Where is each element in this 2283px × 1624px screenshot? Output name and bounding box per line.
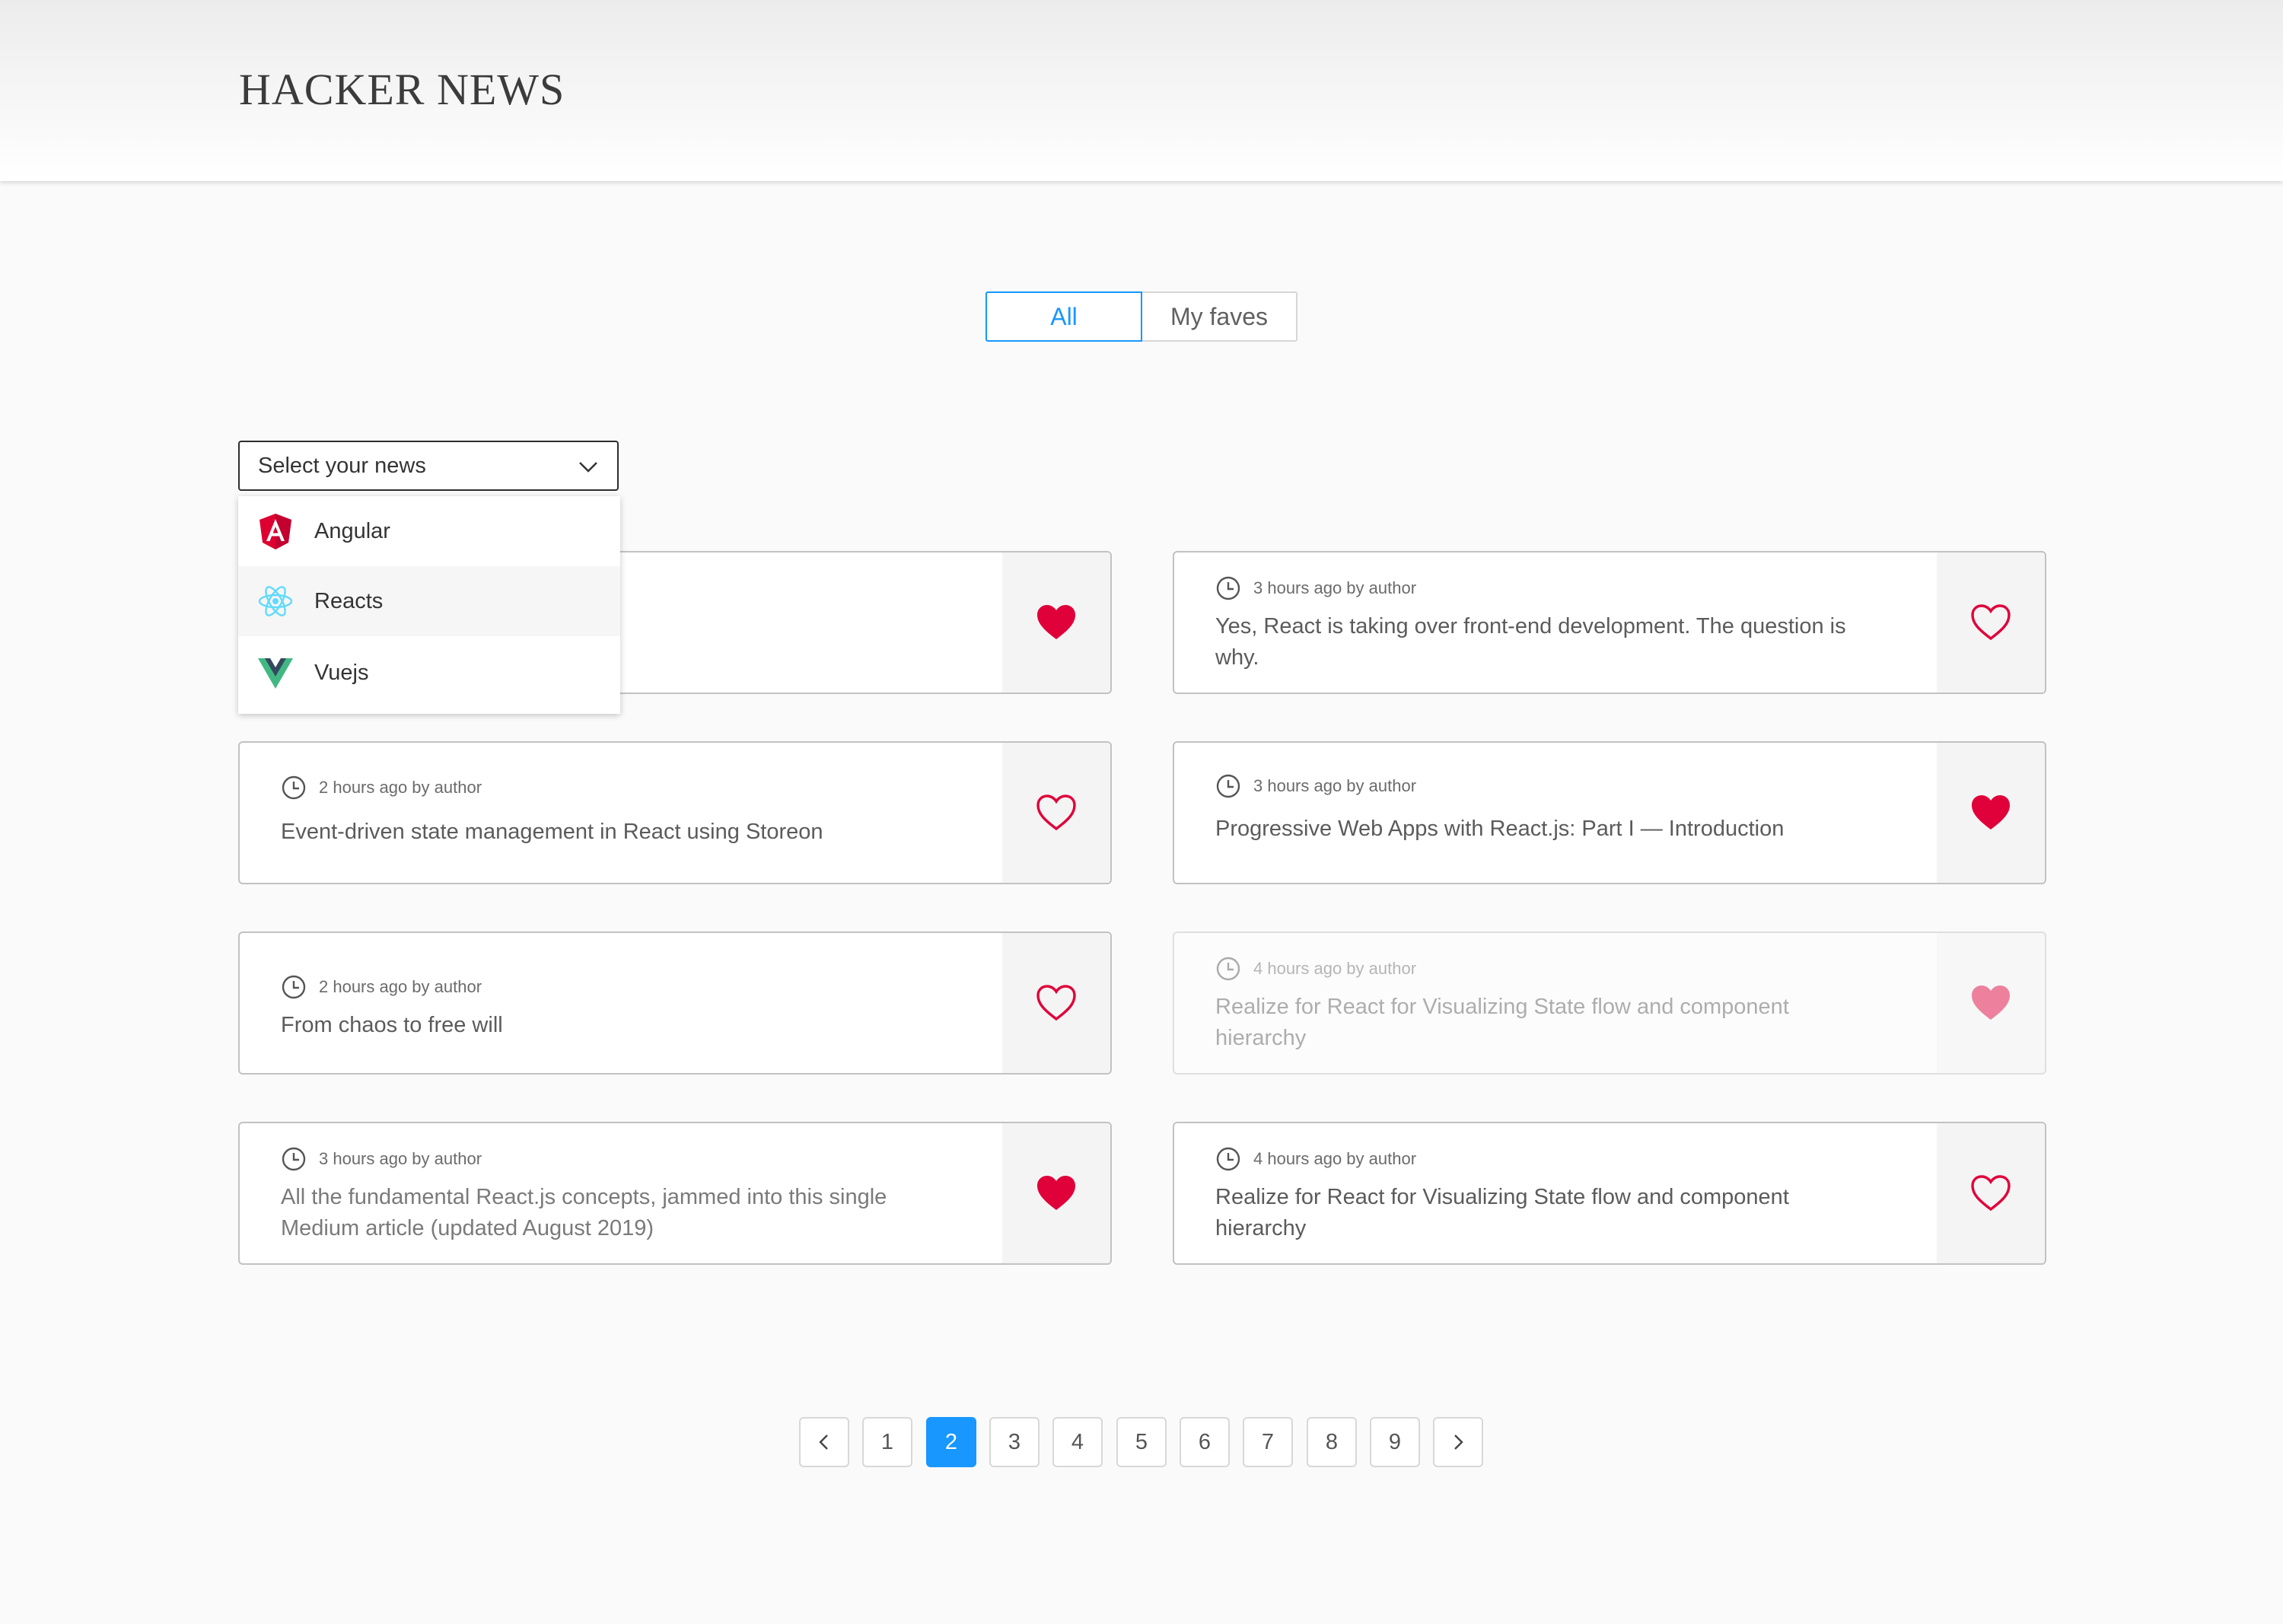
pagination-page-7[interactable]: 7	[1243, 1417, 1293, 1467]
heart-outline-icon	[1036, 794, 1076, 831]
news-card[interactable]: 4 hours ago by author Realize for React …	[1173, 1122, 2046, 1265]
news-card-meta-text: 2 hours ago by author	[319, 778, 482, 797]
favorite-button[interactable]	[1002, 1123, 1110, 1263]
favorite-button[interactable]	[1937, 1123, 2045, 1263]
news-dropdown-menu: Angular Reacts Vuejs	[238, 496, 620, 714]
dropdown-option-label: Angular	[314, 518, 390, 543]
clock-icon	[1216, 576, 1240, 600]
news-select[interactable]: Select your news	[238, 441, 619, 491]
tab-my-faves[interactable]: My faves	[1142, 291, 1298, 342]
heart-filled-icon	[1972, 795, 2010, 830]
top-header: HACKER NEWS	[0, 0, 2283, 181]
news-card-title[interactable]: From chaos to free will	[281, 1010, 950, 1041]
news-card-meta: 2 hours ago by author	[281, 775, 482, 801]
clock-icon	[1216, 1147, 1240, 1171]
angular-icon	[260, 514, 291, 549]
favorite-button[interactable]	[1937, 552, 2045, 693]
pagination-page-3[interactable]: 3	[989, 1417, 1040, 1467]
news-card-title[interactable]: Yes, React is taking over front-end deve…	[1215, 611, 1885, 673]
chevron-left-icon	[819, 1435, 828, 1450]
favorite-button[interactable]	[1937, 933, 2045, 1073]
news-card-meta: 3 hours ago by author	[281, 1146, 482, 1172]
news-select-label: Select your news	[258, 453, 426, 478]
heart-outline-icon	[1971, 1175, 2011, 1212]
heart-outline-icon	[1971, 604, 2011, 641]
news-card-meta: 3 hours ago by author	[1215, 773, 1416, 799]
heart-outline-icon	[1036, 985, 1076, 1021]
chevron-right-icon	[1454, 1435, 1463, 1450]
pagination-page-8[interactable]: 8	[1307, 1417, 1357, 1467]
pagination-page-9[interactable]: 9	[1370, 1417, 1420, 1467]
clock-icon	[282, 975, 306, 999]
filter-tabs: All My faves	[985, 291, 1298, 342]
dropdown-option-label: Reacts	[314, 588, 384, 613]
news-card-title[interactable]: Realize for React for Visualizing State …	[1215, 992, 1885, 1054]
news-card-faded[interactable]: 4 hours ago by author Realize for React …	[1173, 931, 2046, 1075]
news-card-meta-text: 4 hours ago by author	[1253, 1149, 1417, 1168]
news-card-meta: 3 hours ago by author	[1215, 575, 1416, 601]
news-card-meta: 4 hours ago by author	[1215, 956, 1416, 982]
site-logo-title[interactable]: HACKER NEWS	[239, 64, 565, 115]
pagination-page-6[interactable]: 6	[1180, 1417, 1230, 1467]
news-card-meta-text: 3 hours ago by author	[1253, 776, 1417, 795]
news-card[interactable]: 3 hours ago by author All the fundamenta…	[238, 1122, 1112, 1265]
news-card-meta-text: 3 hours ago by author	[1253, 578, 1417, 597]
dropdown-option-angular[interactable]: Angular	[238, 496, 620, 566]
dropdown-option-label: Vuejs	[314, 660, 369, 685]
pagination-prev-button[interactable]	[799, 1417, 849, 1467]
chevron-down-icon	[579, 462, 597, 473]
news-card-title[interactable]: Event-driven state management in React u…	[281, 817, 950, 848]
news-card[interactable]: 3 hours ago by author Yes, React is taki…	[1173, 551, 2046, 694]
tab-all[interactable]: All	[985, 291, 1142, 342]
pagination-page-5[interactable]: 5	[1116, 1417, 1167, 1467]
clock-icon	[282, 1147, 306, 1171]
favorite-button[interactable]	[1937, 743, 2045, 883]
heart-filled-icon	[1037, 1176, 1075, 1210]
news-card[interactable]: 2 hours ago by author Event-driven state…	[238, 741, 1112, 884]
news-card-title[interactable]: All the fundamental React.js concepts, j…	[281, 1182, 950, 1244]
dropdown-option-vuejs[interactable]: Vuejs	[238, 638, 620, 708]
news-card-meta: 4 hours ago by author	[1215, 1146, 1416, 1172]
react-icon	[258, 586, 293, 616]
favorite-button[interactable]	[1002, 933, 1110, 1073]
news-card-meta-text: 2 hours ago by author	[319, 977, 482, 996]
pagination-page-4[interactable]: 4	[1052, 1417, 1103, 1467]
news-card-meta-text: 4 hours ago by author	[1253, 959, 1417, 978]
news-card[interactable]: 2 hours ago by author From chaos to free…	[238, 931, 1112, 1075]
favorite-button[interactable]	[1002, 552, 1110, 693]
vue-icon	[258, 658, 293, 689]
pagination-page-2[interactable]: 2	[926, 1417, 976, 1467]
heart-filled-icon	[1037, 605, 1075, 639]
news-card-title[interactable]: Progressive Web Apps with React.js: Part…	[1215, 814, 1885, 845]
pagination-next-button[interactable]	[1433, 1417, 1483, 1467]
news-card-title[interactable]: Realize for React for Visualizing State …	[1215, 1182, 1885, 1244]
news-card-meta: 2 hours ago by author	[281, 974, 482, 1000]
clock-icon	[1216, 957, 1240, 981]
dropdown-option-reacts[interactable]: Reacts	[238, 566, 620, 636]
news-card[interactable]: 3 hours ago by author Progressive Web Ap…	[1173, 741, 2046, 884]
heart-filled-icon	[1972, 986, 2010, 1020]
pagination-page-1[interactable]: 1	[862, 1417, 912, 1467]
clock-icon	[1216, 774, 1240, 798]
news-card-meta-text: 3 hours ago by author	[319, 1149, 482, 1168]
clock-icon	[282, 775, 306, 800]
favorite-button[interactable]	[1002, 743, 1110, 883]
